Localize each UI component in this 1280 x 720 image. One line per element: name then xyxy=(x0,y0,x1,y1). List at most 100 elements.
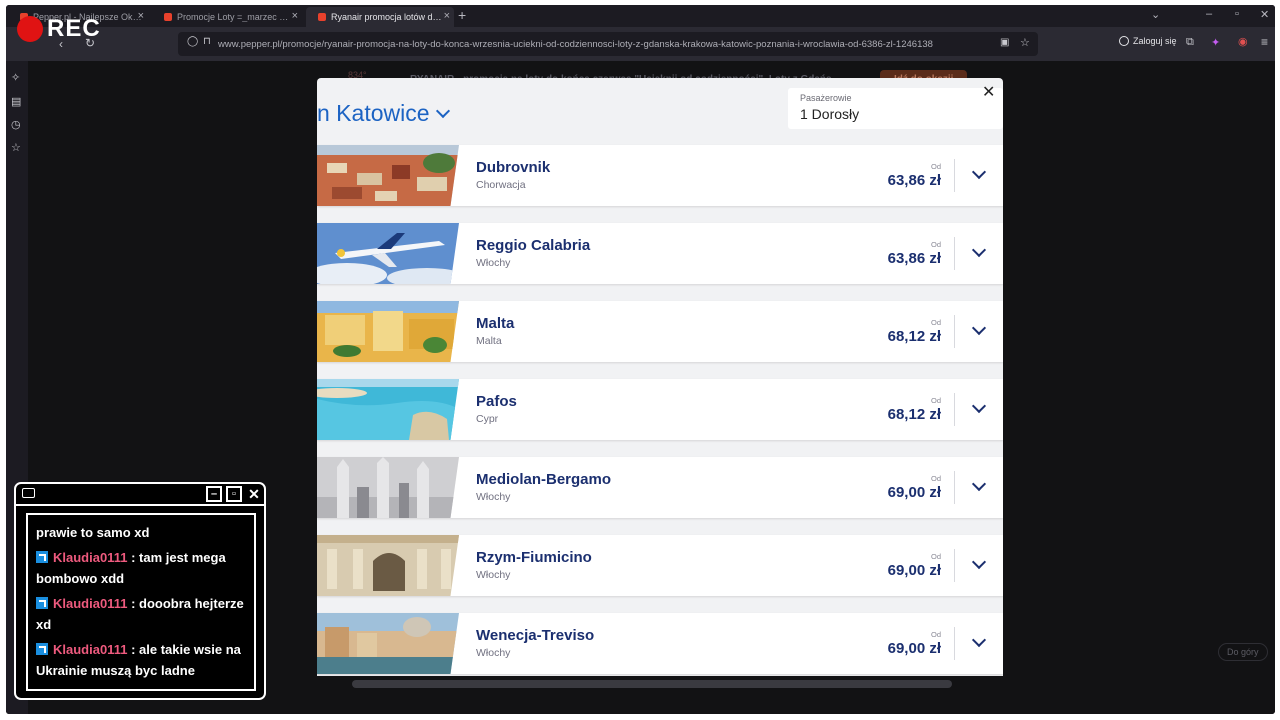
tab-label: Ryanair promocja lotów do koń xyxy=(331,12,443,22)
destination-name: Reggio Calabria xyxy=(476,237,591,254)
expand-chevron-icon[interactable] xyxy=(969,633,989,653)
record-dot-icon xyxy=(17,16,43,42)
chat-message: Klaudia0111 : ale takie wsie na Ukrainie… xyxy=(36,639,254,681)
chat-message: Klaudia0111 : tam jest mega bombowo xdd xyxy=(36,547,254,589)
destination-name: Malta xyxy=(476,315,515,332)
destination-row[interactable]: Malta Malta Od 68,12 zł xyxy=(317,301,1003,362)
nav-bar: ‹ ↻ ◯ ⊓ www.pepper.pl/promocje/ryanair-p… xyxy=(6,27,1275,61)
chat-username: Klaudia0111 xyxy=(53,642,128,657)
destination-price: 69,00 zł xyxy=(887,562,941,579)
tab-close-icon[interactable]: × xyxy=(138,10,144,22)
divider xyxy=(954,315,955,348)
reader-view-icon[interactable]: ▣ xyxy=(1000,37,1009,48)
tab-close-icon[interactable]: × xyxy=(292,10,298,22)
rome-fountain-photo xyxy=(317,535,459,596)
destination-price: 69,00 zł xyxy=(887,640,941,657)
tab-close-icon[interactable]: × xyxy=(444,10,450,22)
expand-chevron-icon[interactable] xyxy=(969,165,989,185)
close-icon[interactable]: ✕ xyxy=(982,82,995,102)
save-icon[interactable]: ▤ xyxy=(11,95,21,108)
bookmark-star-icon[interactable]: ☆ xyxy=(1020,36,1030,49)
extensions-icon[interactable]: ⧉ xyxy=(1186,36,1194,49)
addon-icon[interactable]: ✦ xyxy=(1211,36,1220,49)
expand-chevron-icon[interactable] xyxy=(969,321,989,341)
minimize-icon[interactable]: – xyxy=(206,486,222,502)
destination-row[interactable]: Dubrovnik Chorwacja Od 63,86 zł xyxy=(317,145,1003,206)
chat-messages: prawie to samo xd Klaudia0111 : tam jest… xyxy=(26,513,256,691)
close-icon[interactable]: ✕ xyxy=(246,486,262,502)
chat-message: Klaudia0111 : dooobra hejterze xd xyxy=(36,593,254,635)
menu-icon[interactable]: ≡ xyxy=(1261,35,1268,49)
destination-row[interactable]: Mediolan-Bergamo Włochy Od 69,00 zł xyxy=(317,457,1003,518)
screen: Pepper.pl - Najlepsze Okazje, P × Promoc… xyxy=(0,0,1280,720)
tab-ryanair[interactable]: Ryanair promocja lotów do koń × xyxy=(306,7,454,27)
maximize-icon[interactable]: ▫ xyxy=(226,486,242,502)
lock-icon[interactable]: ⊓ xyxy=(203,36,211,47)
tab-bar: Pepper.pl - Najlepsze Okazje, P × Promoc… xyxy=(6,5,1275,27)
user-badge-icon xyxy=(36,597,48,609)
destination-name: Dubrovnik xyxy=(476,159,551,176)
tab-promocje-loty[interactable]: Promocje Loty =_marzec 2026 × xyxy=(152,7,302,27)
bookmarks-star-icon[interactable]: ☆ xyxy=(11,141,21,154)
shield-icon[interactable]: ◯ xyxy=(187,36,198,47)
pepper-favicon-icon xyxy=(164,13,172,21)
destination-name: Pafos xyxy=(476,393,517,410)
price-from-label: Od xyxy=(930,552,941,561)
recording-indicator: REC xyxy=(17,15,101,43)
destination-country: Włochy xyxy=(476,569,511,581)
chat-widget: – ▫ ✕ prawie to samo xd Klaudia0111 : ta… xyxy=(14,482,266,700)
destination-price: 68,12 zł xyxy=(887,406,941,423)
destination-row[interactable]: Wenecja-Treviso Włochy Od 69,00 zł xyxy=(317,613,1003,674)
chevron-down-icon xyxy=(435,103,450,118)
milan-cathedral-photo xyxy=(317,457,459,518)
divider xyxy=(954,549,955,582)
destination-name: Wenecja-Treviso xyxy=(476,627,595,644)
price-from-label: Od xyxy=(930,162,941,171)
rec-label: REC xyxy=(47,15,101,42)
destination-price: 63,86 zł xyxy=(887,172,941,189)
destination-row[interactable]: Reggio Calabria Włochy Od 63,86 zł xyxy=(317,223,1003,284)
destination-row[interactable]: Pafos Cypr Od 68,12 zł xyxy=(317,379,1003,440)
origin-selector[interactable]: n Katowice xyxy=(317,100,450,127)
pafos-photo xyxy=(317,379,459,440)
malta-photo xyxy=(317,301,459,362)
login-button[interactable]: Zaloguj się xyxy=(1119,36,1177,46)
url-bar[interactable]: ◯ ⊓ www.pepper.pl/promocje/ryanair-promo… xyxy=(178,32,1038,56)
scroll-to-top-button[interactable]: Do góry xyxy=(1218,643,1268,661)
destination-row[interactable]: Rzym-Fiumicino Włochy Od 69,00 zł xyxy=(317,535,1003,596)
dubrovnik-photo xyxy=(317,145,459,206)
destination-price: 69,00 zł xyxy=(887,484,941,501)
ryanair-plane-photo xyxy=(317,223,459,284)
expand-chevron-icon[interactable] xyxy=(969,477,989,497)
destination-name: Rzym-Fiumicino xyxy=(476,549,592,566)
divider xyxy=(954,627,955,660)
destination-country: Malta xyxy=(476,335,502,347)
passengers-label: Pasażerowie xyxy=(800,93,852,103)
horizontal-scrollbar[interactable] xyxy=(352,680,952,688)
chevron-down-icon[interactable]: ⌄ xyxy=(1151,8,1160,21)
sparkle-icon[interactable]: ✧ xyxy=(11,71,20,84)
maximize-icon[interactable]: ▫ xyxy=(1235,8,1239,20)
price-from-label: Od xyxy=(930,396,941,405)
chat-username: Klaudia0111 xyxy=(53,550,128,565)
divider xyxy=(954,159,955,192)
close-window-icon[interactable]: ✕ xyxy=(1260,8,1269,21)
history-icon[interactable]: ◷ xyxy=(11,118,21,131)
user-badge-icon xyxy=(36,643,48,655)
destinations-modal: n Katowice Pasażerowie 1 Dorosły ✕ Dubro… xyxy=(317,78,1003,676)
new-tab-icon[interactable]: + xyxy=(458,7,466,23)
destination-country: Chorwacja xyxy=(476,179,526,191)
ublock-icon[interactable]: ◉ xyxy=(1238,35,1248,48)
expand-chevron-icon[interactable] xyxy=(969,243,989,263)
minimize-icon[interactable]: – xyxy=(1206,8,1212,20)
destination-price: 63,86 zł xyxy=(887,250,941,267)
chat-text: prawie to samo xd xyxy=(36,525,150,540)
destination-country: Włochy xyxy=(476,491,511,503)
chat-username: Klaudia0111 xyxy=(53,596,128,611)
chat-message: prawie to samo xd xyxy=(36,522,254,543)
expand-chevron-icon[interactable] xyxy=(969,399,989,419)
passengers-selector[interactable]: Pasażerowie 1 Dorosły xyxy=(788,88,1003,129)
divider xyxy=(954,471,955,504)
venice-photo xyxy=(317,613,459,674)
expand-chevron-icon[interactable] xyxy=(969,555,989,575)
